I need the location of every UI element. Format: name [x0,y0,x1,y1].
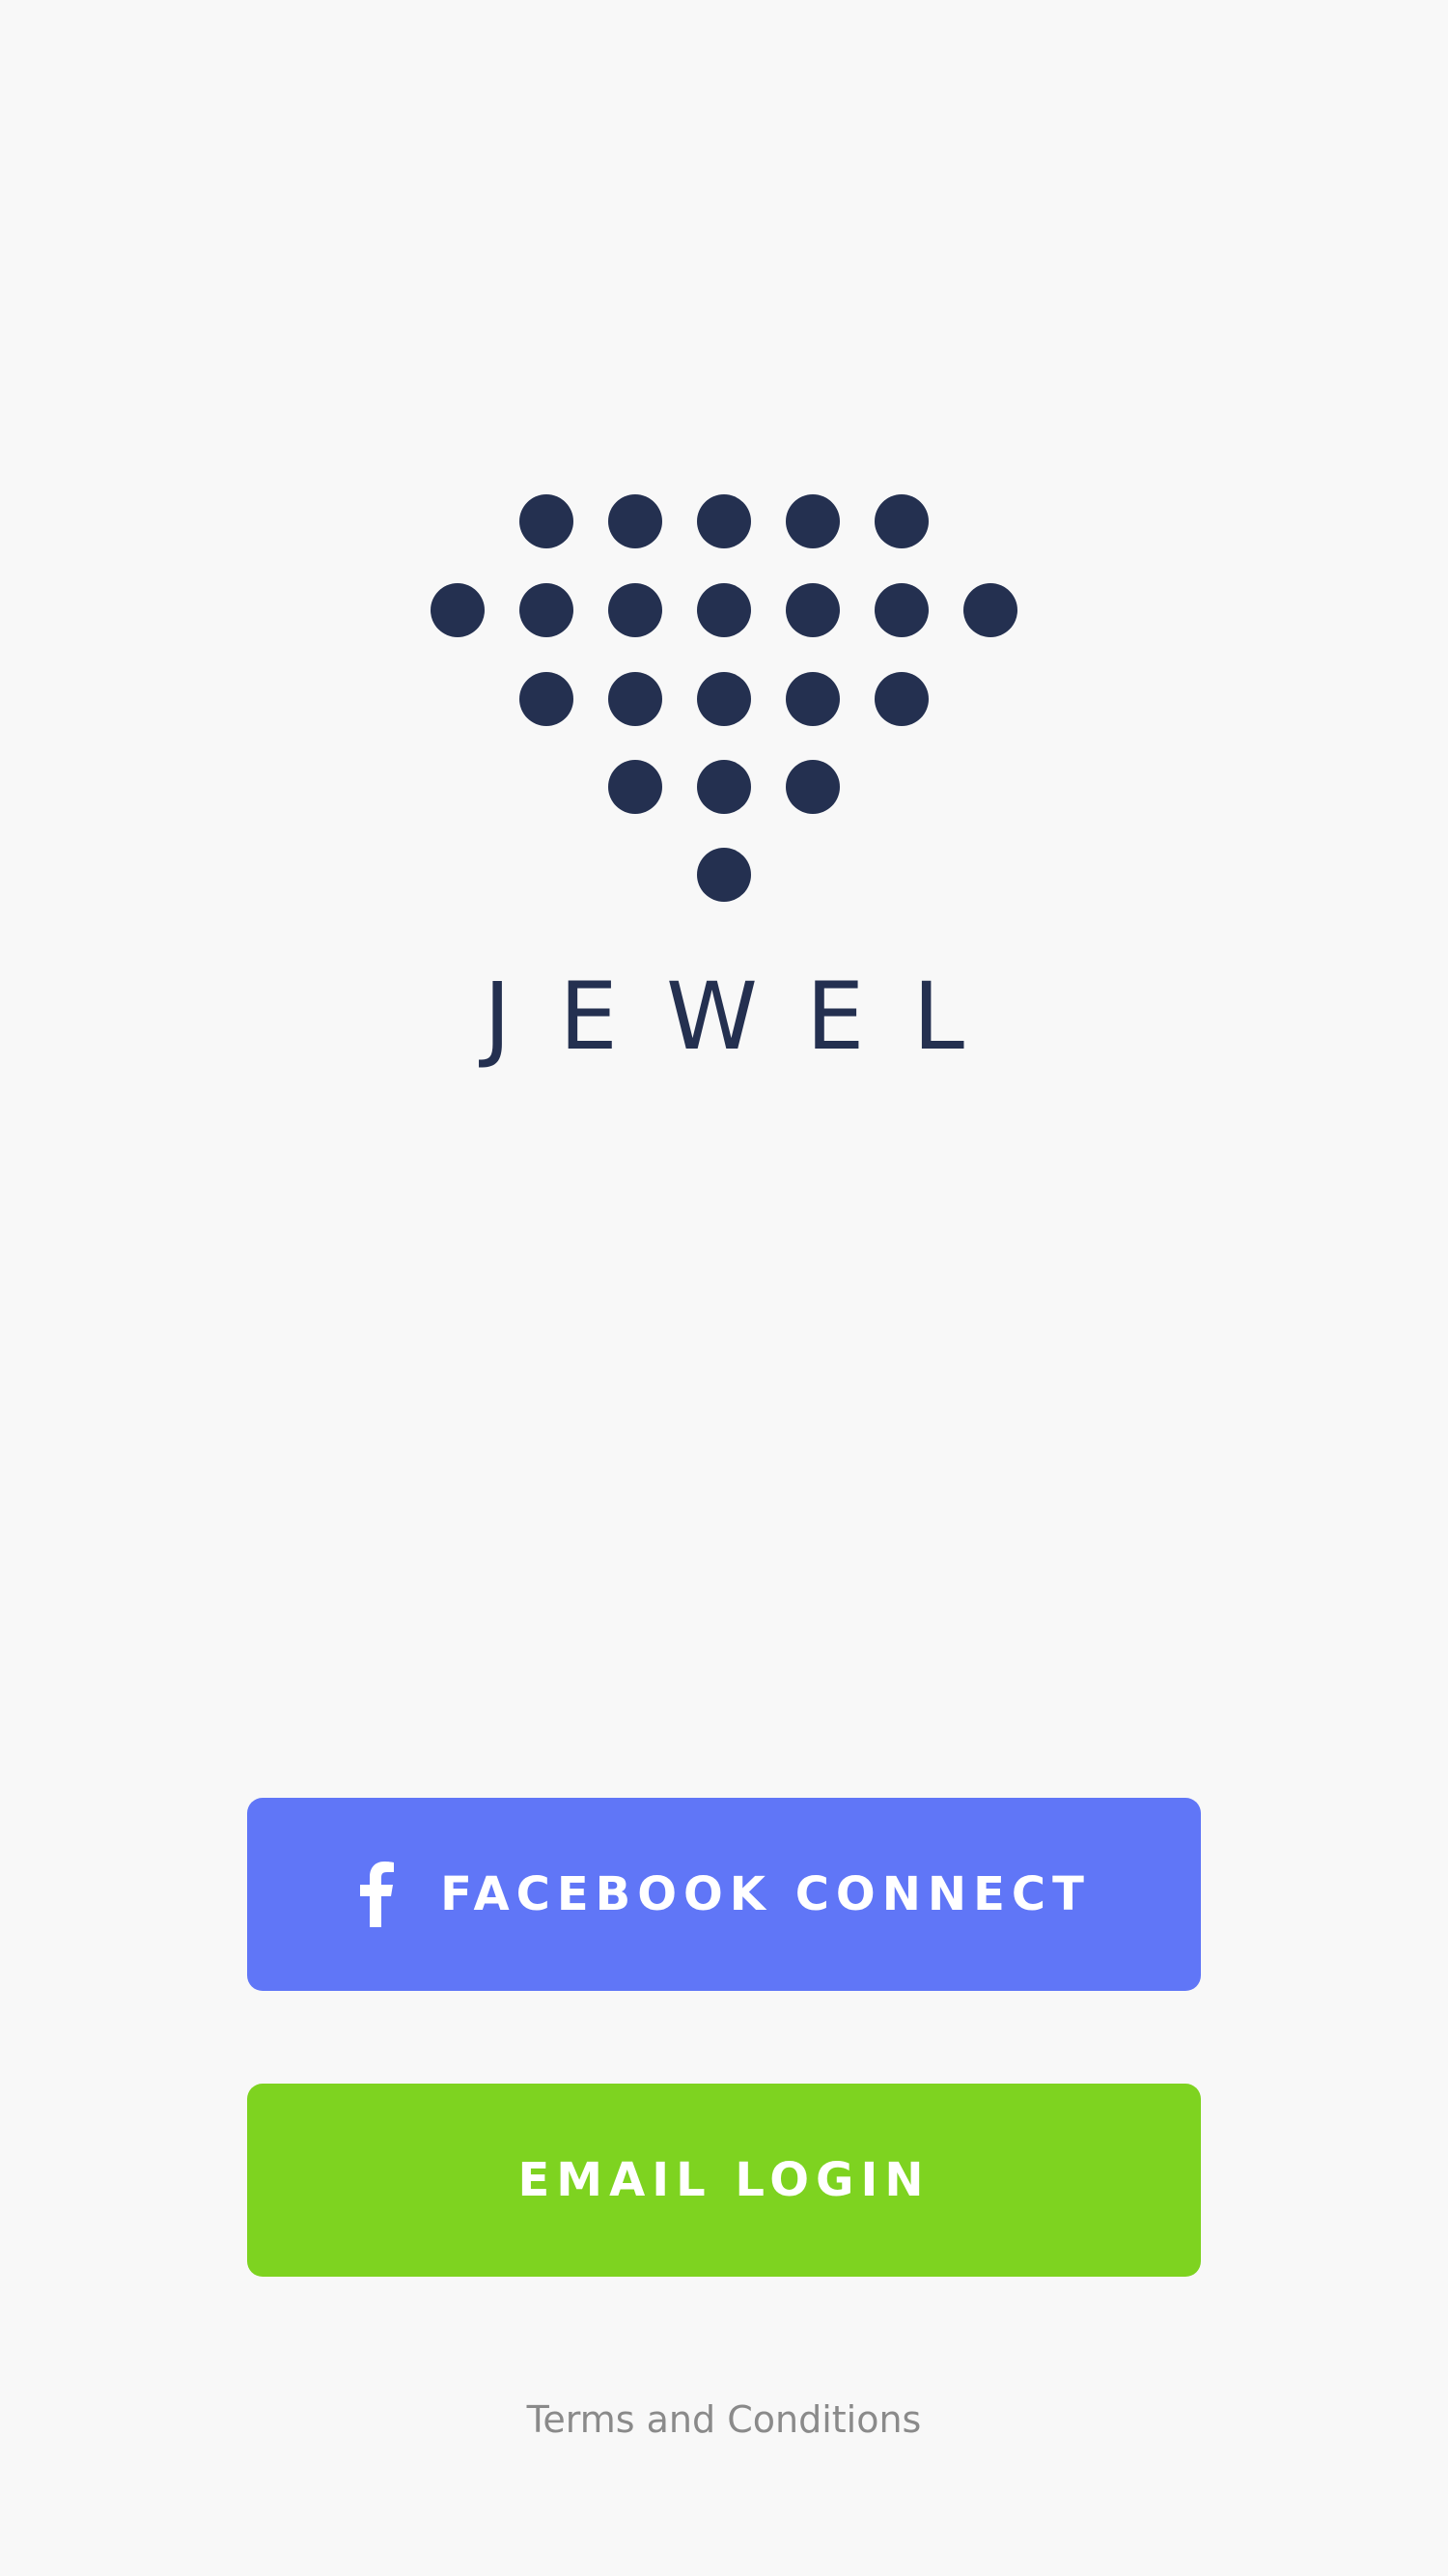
email-login-label: EMAIL LOGIN [517,2153,931,2207]
terms-and-conditions-link[interactable]: Terms and Conditions [0,2398,1448,2441]
facebook-connect-button[interactable]: FACEBOOK CONNECT [247,1798,1201,1991]
facebook-connect-label: FACEBOOK CONNECT [440,1867,1091,1921]
app-name: JEWEL [483,963,1014,1071]
email-login-button[interactable]: EMAIL LOGIN [247,2084,1201,2277]
app-logo [0,0,1448,1110]
jewel-dots-logo-icon [431,494,1017,902]
facebook-f-icon [360,1862,395,1927]
